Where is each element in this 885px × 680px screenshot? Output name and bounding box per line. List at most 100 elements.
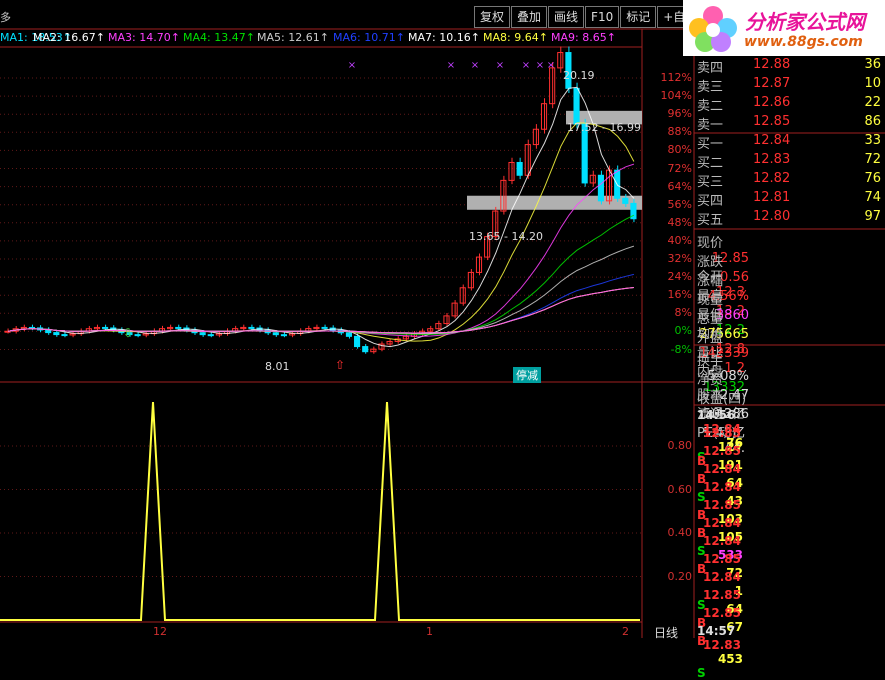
x-tick-12: 12	[153, 625, 167, 638]
stat-label: 现价	[697, 236, 724, 251]
stat-row: 外盘 142339 内盘 13332	[697, 327, 885, 395]
trade-direction: S	[697, 666, 706, 680]
trade-row: 12.84 43 B	[697, 480, 885, 522]
x-tick-2: 2	[622, 625, 629, 638]
ind-tick: 0.20	[667, 569, 693, 583]
ma-line	[8, 86, 635, 348]
candle-body	[134, 334, 141, 337]
stat-row: 收益(四) 0.286 PE(动) 44.	[697, 388, 885, 456]
candle-body	[573, 87, 580, 125]
f10-button[interactable]: F10	[585, 6, 620, 28]
low-price-label: 8.01	[265, 360, 290, 373]
lower-band-label: 13.65 - 14.20	[469, 230, 543, 243]
order-book-row: 卖二 12.86 22	[697, 95, 885, 114]
trade-price: 12.84	[703, 516, 741, 530]
order-book-row: 卖一 12.85 86	[697, 114, 885, 133]
candle-body	[199, 332, 206, 336]
pct-tick: 96%	[667, 107, 692, 121]
ma-line	[8, 287, 634, 334]
trade-price: 12.85	[703, 426, 741, 440]
trade-price: 12.85	[703, 552, 741, 566]
trade-row: 12.84 533 B	[697, 534, 885, 576]
pct-tick: 64%	[667, 179, 692, 193]
order-label: 买五	[697, 213, 724, 228]
order-price: 12.82	[753, 171, 791, 186]
ma-item: MA4: 13.47↑	[183, 31, 255, 44]
trade-price: 12.84	[703, 570, 741, 584]
ma-item: MA6: 10.71↑	[333, 31, 405, 44]
stat-label: 换手	[697, 354, 724, 369]
candle-body	[386, 340, 393, 345]
period-label[interactable]: 日线	[654, 624, 678, 641]
mark-button[interactable]: 标记	[620, 6, 657, 28]
candle-body	[272, 332, 279, 336]
restore-rights-button[interactable]: 复权	[474, 6, 511, 28]
candle-body	[549, 67, 556, 105]
trade-row: 12.85 127 B	[697, 426, 885, 468]
draw-line-button[interactable]: 画线	[548, 6, 585, 28]
ma-item: MA8: 9.64↑	[483, 31, 548, 44]
trade-time: 14:56	[697, 408, 736, 422]
logo-url: www.88gs.com	[744, 34, 863, 50]
trade-price: 12.85	[703, 498, 741, 512]
order-book-row: 买三 12.82 76	[697, 171, 885, 190]
order-price: 12.81	[753, 190, 791, 205]
pct-tick: 56%	[667, 197, 692, 211]
trade-row: 14:57 12.83 453 S	[697, 624, 885, 680]
candle-body	[402, 335, 409, 340]
candle-body	[516, 161, 523, 176]
signal-marker: ×	[496, 60, 504, 71]
trade-price: 12.85	[703, 588, 741, 602]
logo-title: 分析家公式网	[745, 10, 865, 34]
order-volume: 76	[864, 171, 881, 186]
candle-body	[467, 271, 474, 289]
pct-tick: 88%	[667, 125, 692, 139]
order-price: 12.86	[753, 95, 791, 110]
trade-row: 12.85 64 B	[697, 588, 885, 630]
candle-body	[45, 329, 52, 334]
order-price: 12.85	[753, 114, 791, 129]
order-label: 买四	[697, 194, 724, 209]
order-price: 12.88	[753, 57, 791, 72]
trade-row: 12.85 72	[697, 552, 885, 580]
ma-item: MA3: 14.70↑	[108, 31, 180, 44]
trade-volume: 453	[717, 652, 743, 666]
stat-label: 总量	[697, 312, 724, 327]
pct-tick: 112%	[660, 71, 692, 84]
order-volume: 33	[864, 133, 881, 148]
candle-body	[280, 334, 287, 337]
order-book-row: 买四 12.81 74	[697, 190, 885, 209]
trade-price: 12.83	[703, 638, 741, 652]
order-label: 卖一	[697, 118, 724, 133]
stat-label: 收益(四)	[697, 392, 747, 407]
ma-line	[8, 163, 635, 337]
signal-marker: ×	[536, 60, 544, 71]
trade-row: 12.85 191 B	[697, 444, 885, 486]
candle-body	[28, 326, 36, 329]
stop-tag: 停减	[513, 367, 541, 383]
order-volume: 74	[864, 190, 881, 205]
order-label: 卖四	[697, 61, 724, 76]
ma-line	[8, 287, 634, 334]
upper-band-label: 17.52 - 16.99	[567, 121, 641, 134]
pct-tick: 104%	[660, 89, 692, 103]
order-price: 12.87	[753, 76, 791, 91]
stat-row: 换手 5.08% 股本 5.43亿	[697, 350, 885, 422]
trade-row: 12.85 67 B	[697, 606, 885, 648]
down-arrow-icon: ⇩	[123, 326, 133, 340]
chart-left-label: 多	[0, 11, 11, 24]
stat-row: 净资 2.47 流通 5.43亿	[697, 369, 885, 441]
order-volume: 22	[864, 95, 881, 110]
trade-row: 12.84 64 S	[697, 462, 885, 504]
order-label: 买二	[697, 156, 724, 171]
overlay-button[interactable]: 叠加	[511, 6, 548, 28]
order-label: 卖二	[697, 99, 724, 114]
flower-logo-icon	[689, 6, 737, 52]
order-book-row: 卖三 12.87 10	[697, 76, 885, 95]
order-label: 买三	[697, 175, 724, 190]
candle-body	[362, 346, 369, 353]
ind-tick: 0.40	[667, 526, 693, 539]
pct-tick: 40%	[667, 233, 692, 247]
candle-body	[102, 326, 109, 329]
candle-body	[321, 326, 328, 329]
